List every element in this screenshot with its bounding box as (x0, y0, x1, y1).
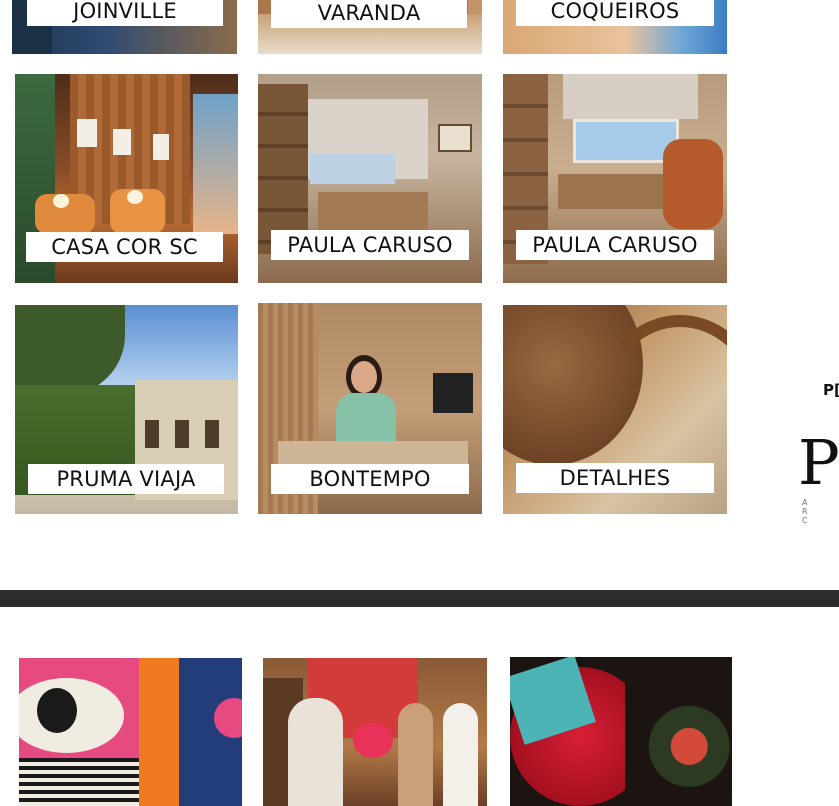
project-label: PAULA CARUSO (516, 230, 714, 260)
project-tile-detalhes[interactable]: DETALHES (503, 305, 727, 514)
project-tile-coqueiros[interactable]: COQUEIROS (503, 0, 727, 54)
project-label: CASA COR SC (26, 232, 223, 262)
project-tile-paula-caruso-1[interactable]: PAULA CARUSO (258, 74, 482, 283)
project-tile-paula-caruso-2[interactable]: PAULA CARUSO (503, 74, 727, 283)
brand-logo-small: P[ (823, 381, 839, 399)
project-tile-joinville[interactable]: JOINVILLE (12, 0, 237, 54)
project-tile-pruma-viaja[interactable]: PRUMA VIAJA (15, 305, 238, 514)
project-label: DETALHES (516, 463, 714, 493)
project-label: PRUMA VIAJA (28, 464, 224, 494)
section-divider (0, 590, 839, 607)
project-label: PAULA CARUSO (271, 230, 469, 260)
project-label: BONTEMPO (271, 464, 469, 494)
gallery-tile-chair[interactable] (510, 657, 732, 806)
project-tile-casa-cor-sc[interactable]: CASA COR SC (15, 74, 238, 283)
project-label: COQUEIROS (516, 0, 714, 26)
project-label: VARANDA (271, 0, 467, 28)
gallery-tile-people[interactable] (263, 658, 487, 806)
project-label: JOINVILLE (27, 0, 223, 26)
project-tile-bontempo[interactable]: BONTEMPO (258, 303, 482, 514)
brand-logo-large: PI (798, 426, 839, 499)
brand-tagline: A R C (802, 498, 818, 525)
project-tile-varanda[interactable]: VARANDA (258, 0, 482, 54)
gallery-tile-art[interactable] (19, 658, 242, 806)
